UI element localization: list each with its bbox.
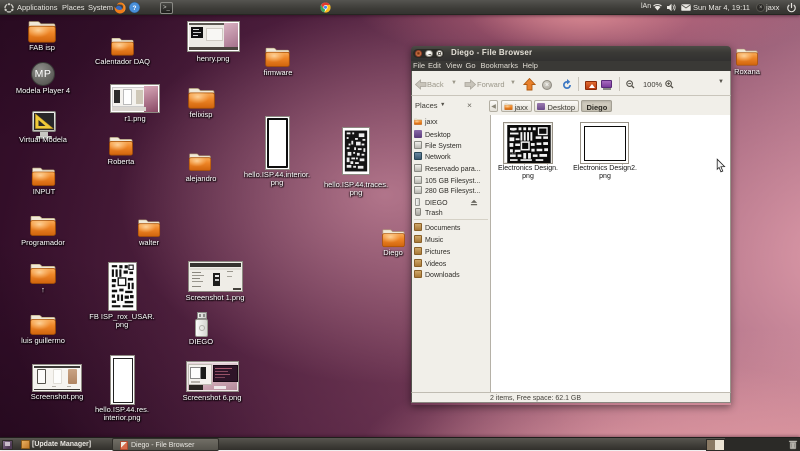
svg-text:?: ? <box>133 5 137 12</box>
